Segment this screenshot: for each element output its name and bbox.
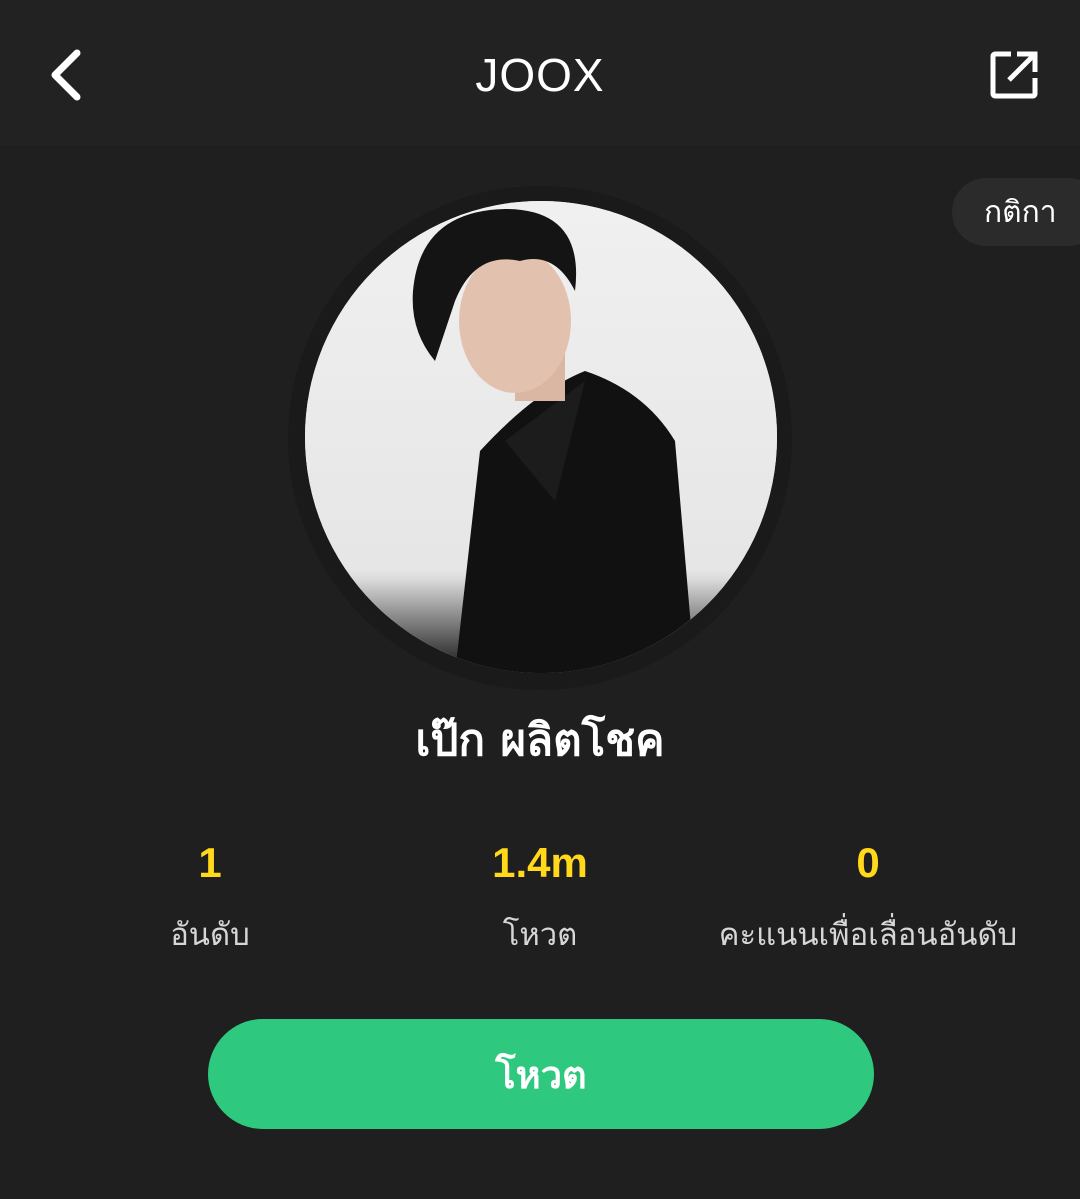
artist-avatar [305,201,777,673]
artist-name: เป๊ก ผลิตโชค [415,715,665,766]
external-link-icon [990,51,1038,99]
top-app-bar: JOOX [0,0,1080,145]
vote-button[interactable]: โหวต [208,1019,874,1129]
rank-label: อันดับ [170,917,250,953]
stat-votes: 1.4m โหวต [360,835,720,959]
rules-button[interactable]: กติกา [952,178,1080,246]
share-button[interactable] [976,40,1052,110]
rank-value: 1 [198,839,222,886]
stat-points-to-rank-up: 0 คะแนนเพื่อเลื่อนอันดับ [688,835,1048,959]
app-title: JOOX [475,49,605,101]
votes-value: 1.4m [492,839,588,886]
points-value: 0 [856,839,880,886]
votes-label: โหวต [502,917,578,953]
points-label: คะแนนเพื่อเลื่อนอันดับ [718,917,1018,953]
stat-rank: 1 อันดับ [30,835,390,959]
